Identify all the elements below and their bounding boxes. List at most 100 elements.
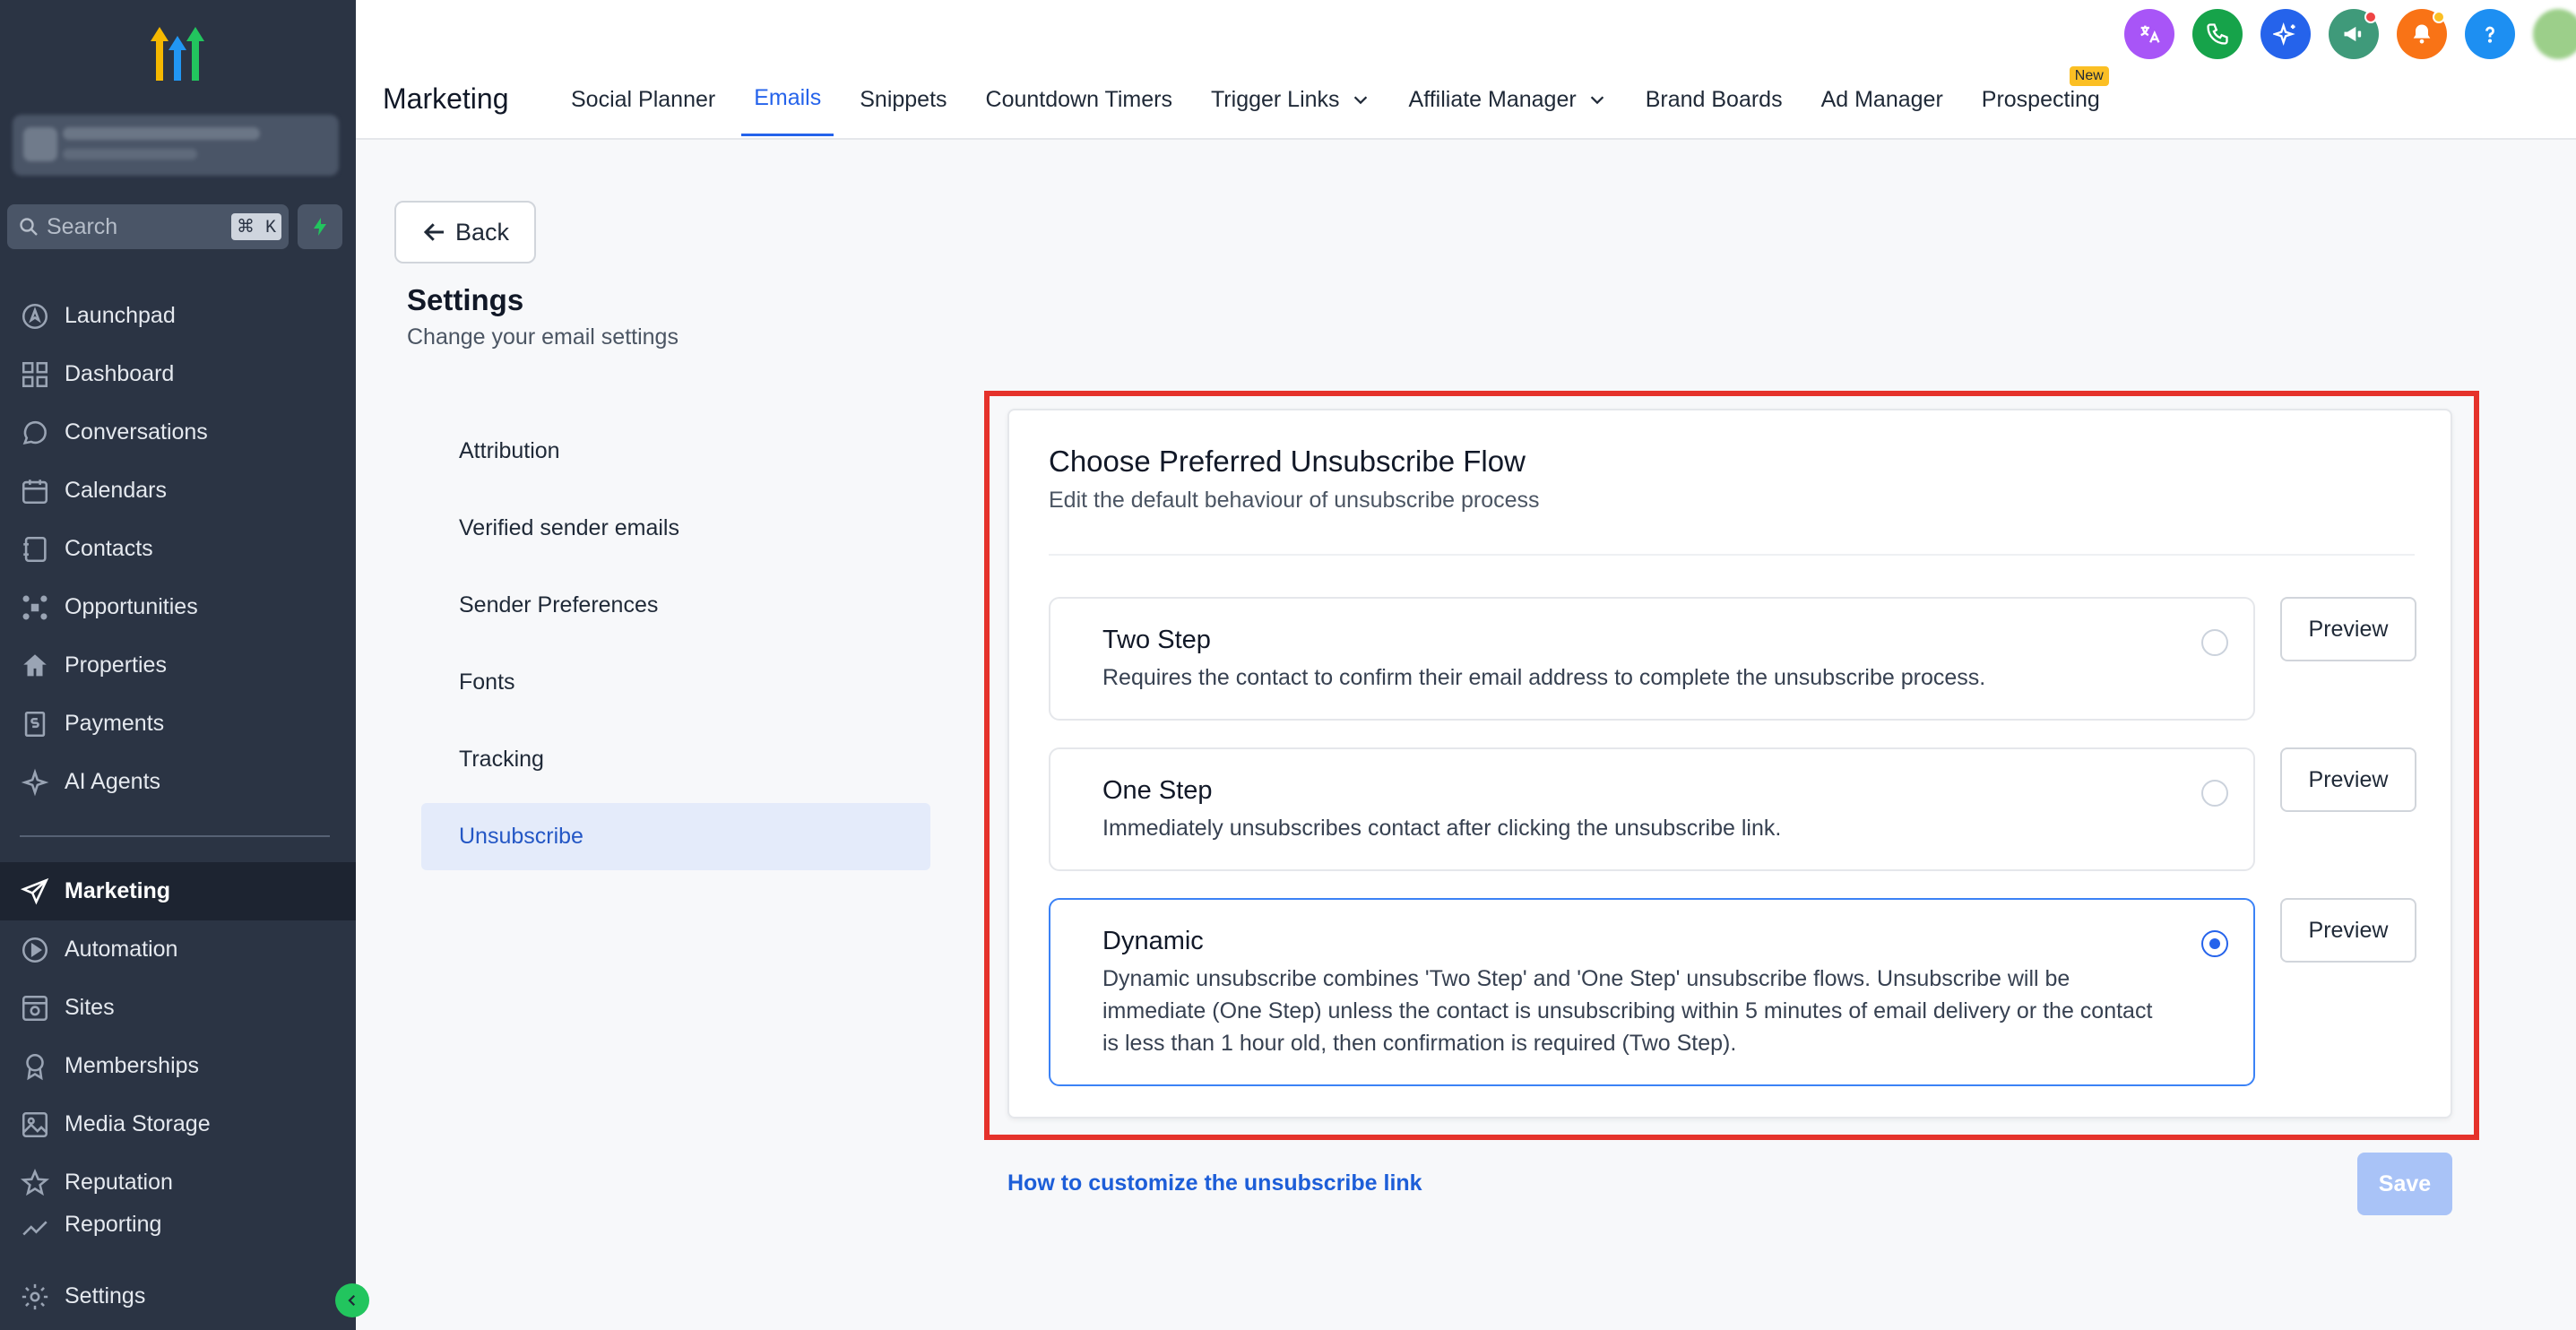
account-switcher[interactable]	[13, 115, 339, 176]
help-button[interactable]	[2465, 9, 2515, 59]
collapse-sidebar-button[interactable]	[335, 1283, 369, 1317]
rocket-icon	[22, 303, 48, 329]
preview-one-step-button[interactable]: Preview	[2280, 747, 2416, 812]
tab-label: Emails	[754, 85, 822, 110]
preview-dynamic-button[interactable]: Preview	[2280, 898, 2416, 963]
payments-icon	[24, 711, 46, 737]
sidebar-item-opportunities[interactable]: Opportunities	[0, 578, 356, 636]
sidebar-item-memberships[interactable]: Memberships	[0, 1037, 356, 1095]
tab-label: Brand Boards	[1645, 86, 1783, 112]
notification-dot	[2433, 11, 2445, 23]
settings-menu-verified-sender-emails[interactable]: Verified sender emails	[421, 495, 930, 562]
sidebar-item-calendars[interactable]: Calendars	[0, 462, 356, 520]
sidebar: Search ⌘ K Launchpad Dashboard Conversat…	[0, 0, 356, 1330]
option-dynamic[interactable]: Dynamic Dynamic unsubscribe combines 'Tw…	[1049, 898, 2255, 1086]
tab-label: Prospecting	[1981, 86, 2100, 112]
sites-icon	[22, 995, 48, 1021]
preview-two-step-button[interactable]: Preview	[2280, 597, 2416, 661]
sidebar-item-ai-agents[interactable]: AI Agents	[0, 753, 356, 811]
tab-emails[interactable]: Emails	[741, 63, 834, 136]
phone-button[interactable]	[2192, 9, 2243, 59]
sidebar-item-settings[interactable]: Settings	[0, 1267, 356, 1326]
tab-trigger-links[interactable]: Trigger Links	[1198, 63, 1383, 136]
radio-two-step[interactable]	[2201, 629, 2228, 656]
sidebar-item-label: Calendars	[65, 478, 167, 503]
sparkle-icon	[21, 768, 49, 796]
tab-countdown-timers[interactable]: Countdown Timers	[973, 63, 1185, 136]
award-icon	[26, 1053, 44, 1080]
sidebar-item-dashboard[interactable]: Dashboard	[0, 345, 356, 403]
option-description: Dynamic unsubscribe combines 'Two Step' …	[1102, 966, 2153, 1056]
tab-label: Snippets	[860, 86, 947, 112]
radio-dynamic[interactable]	[2201, 930, 2228, 957]
quick-action-button[interactable]	[298, 204, 342, 249]
sidebar-item-sites[interactable]: Sites	[0, 979, 356, 1037]
ai-assistant-button[interactable]	[2260, 9, 2311, 59]
arrow-left-icon	[423, 223, 444, 241]
search-placeholder: Search	[47, 213, 118, 239]
tab-social-planner[interactable]: Social Planner	[558, 63, 728, 136]
page-title: Settings	[407, 283, 524, 316]
search-input[interactable]: Search ⌘ K	[7, 204, 289, 249]
sidebar-item-label: Contacts	[65, 536, 153, 561]
notifications-button[interactable]	[2397, 9, 2447, 59]
sidebar-nav-primary: Launchpad Dashboard Conversations Calend…	[0, 287, 356, 811]
top-bar: Marketing Social Planner Emails Snippets…	[356, 0, 2576, 140]
megaphone-icon	[2344, 26, 2362, 42]
back-label: Back	[454, 218, 510, 246]
automation-icon	[22, 937, 48, 963]
back-button[interactable]: Back	[394, 201, 536, 263]
tab-snippets[interactable]: Snippets	[847, 63, 959, 136]
tab-affiliate-manager[interactable]: Affiliate Manager	[1396, 63, 1620, 136]
sidebar-item-label: Marketing	[65, 878, 171, 903]
sidebar-item-reporting[interactable]: Reporting	[0, 1212, 356, 1239]
logo-icon	[151, 27, 204, 81]
chart-icon	[22, 1221, 48, 1236]
avatar[interactable]	[2533, 9, 2576, 59]
tab-prospecting[interactable]: Prospecting New	[1969, 63, 2113, 136]
settings-menu-attribution[interactable]: Attribution	[421, 418, 930, 485]
tab-brand-boards[interactable]: Brand Boards	[1633, 63, 1795, 136]
sidebar-item-conversations[interactable]: Conversations	[0, 403, 356, 462]
option-one-step[interactable]: One Step Immediately unsubscribes contac…	[1049, 747, 2255, 871]
settings-menu-sender-preferences[interactable]: Sender Preferences	[421, 572, 930, 639]
sidebar-item-marketing[interactable]: Marketing	[0, 862, 356, 920]
settings-menu: Attribution Verified sender emails Sende…	[421, 418, 930, 880]
sidebar-item-launchpad[interactable]: Launchpad	[0, 287, 356, 345]
sidebar-item-contacts[interactable]: Contacts	[0, 520, 356, 578]
settings-menu-fonts[interactable]: Fonts	[421, 649, 930, 716]
tab-label: Ad Manager	[1820, 86, 1943, 112]
sidebar-item-label: Memberships	[65, 1053, 200, 1078]
option-description: Immediately unsubscribes contact after c…	[1102, 816, 1782, 841]
radio-one-step[interactable]	[2201, 780, 2228, 807]
tab-label: Social Planner	[571, 86, 716, 112]
chevron-down-icon	[1590, 96, 1604, 105]
sidebar-item-label: Media Storage	[65, 1111, 211, 1136]
grid-icon	[22, 361, 48, 387]
option-description: Requires the contact to confirm their em…	[1102, 665, 1986, 690]
home-icon	[23, 653, 47, 676]
network-icon	[22, 595, 48, 619]
sidebar-item-automation[interactable]: Automation	[0, 920, 356, 979]
card-title: Choose Preferred Unsubscribe Flow	[1049, 445, 1526, 478]
announcements-button[interactable]	[2329, 9, 2379, 59]
option-title: Two Step	[1102, 626, 1211, 654]
settings-menu-tracking[interactable]: Tracking	[421, 726, 930, 793]
tab-ad-manager[interactable]: Ad Manager	[1809, 63, 1956, 136]
save-button[interactable]: Save	[2357, 1153, 2452, 1215]
card-subtitle: Edit the default behaviour of unsubscrib…	[1049, 488, 1540, 513]
help-icon	[2485, 26, 2494, 43]
send-icon	[20, 877, 49, 904]
customize-unsubscribe-link[interactable]: How to customize the unsubscribe link	[1007, 1170, 1422, 1196]
sidebar-item-properties[interactable]: Properties	[0, 636, 356, 695]
app-title: Marketing	[383, 82, 509, 115]
option-two-step[interactable]: Two Step Requires the contact to confirm…	[1049, 597, 2255, 721]
translate-button[interactable]	[2124, 9, 2174, 59]
sidebar-item-reputation[interactable]: Reputation	[0, 1153, 356, 1212]
sidebar-item-label: Automation	[65, 937, 178, 962]
settings-menu-unsubscribe[interactable]: Unsubscribe	[421, 803, 930, 870]
sidebar-item-label: Conversations	[65, 419, 208, 445]
sidebar-item-media-storage[interactable]: Media Storage	[0, 1095, 356, 1153]
contacts-icon	[23, 536, 47, 562]
sidebar-item-payments[interactable]: Payments	[0, 695, 356, 753]
